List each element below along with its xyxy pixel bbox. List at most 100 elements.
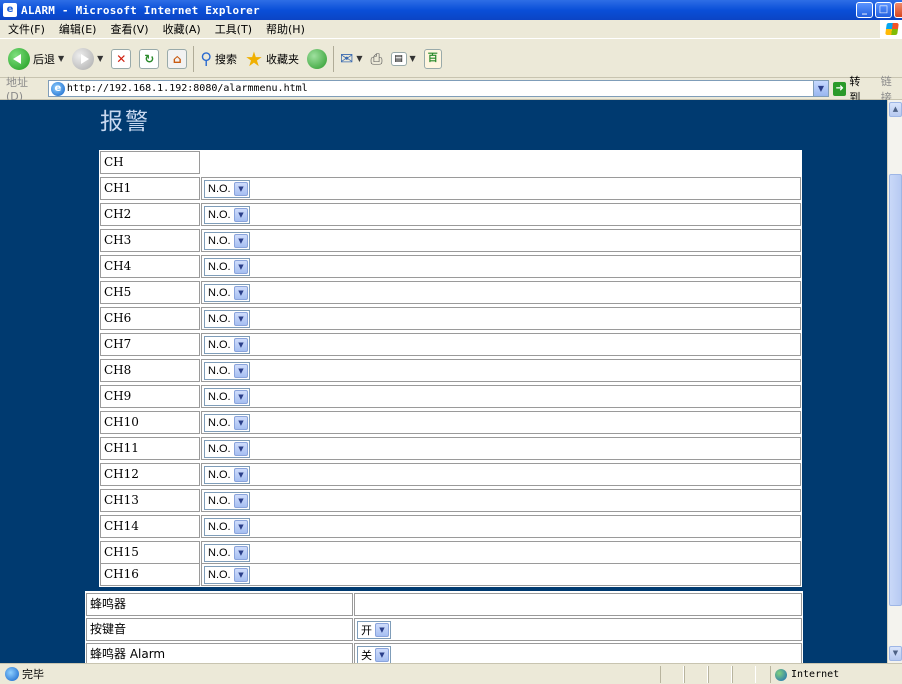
home-button[interactable]: ⌂	[163, 44, 191, 74]
forward-arrow-icon	[72, 47, 95, 70]
channel-mode-cell: N.O. ▼	[201, 281, 801, 304]
forward-button[interactable]: ▼	[68, 44, 107, 74]
menu-edit[interactable]: 编辑(E)	[59, 21, 97, 37]
select-value: N.O.	[208, 234, 231, 247]
page-done-icon	[5, 667, 19, 681]
table-row: CH13 N.O. ▼	[100, 489, 801, 512]
channel-mode-select[interactable]: N.O. ▼	[204, 361, 250, 380]
back-button[interactable]: 后退 ▼	[4, 44, 68, 74]
chevron-down-icon[interactable]: ▼	[234, 207, 248, 222]
table-header-row: CH	[100, 151, 801, 174]
search-icon: ⚲	[200, 49, 213, 68]
channel-mode-select[interactable]: N.O. ▼	[204, 491, 250, 510]
page-title: 报警	[100, 109, 150, 135]
chevron-down-icon[interactable]: ▼	[97, 54, 103, 63]
menu-tools[interactable]: 工具(T)	[215, 21, 252, 37]
chevron-down-icon[interactable]: ▼	[234, 259, 248, 274]
setting-label: 蜂鸣器 Alarm	[86, 643, 353, 663]
print-button[interactable]: ⎙	[367, 44, 387, 74]
toolbar: 后退 ▼ ▼ ✕ ↻ ⌂ ⚲ 搜索 ★ 收藏夹 ✉ ▼ ⎙ ▤ ▼ 百	[0, 40, 902, 78]
history-button[interactable]	[303, 44, 331, 74]
menu-bar: 文件(F) 编辑(E) 查看(V) 收藏(A) 工具(T) 帮助(H)	[0, 20, 902, 39]
window-title: ALARM - Microsoft Internet Explorer	[21, 3, 260, 17]
channel-mode-select[interactable]: N.O. ▼	[204, 179, 250, 198]
history-icon	[306, 48, 327, 69]
channel-mode-select[interactable]: N.O. ▼	[204, 205, 250, 224]
channel-mode-select[interactable]: N.O. ▼	[204, 517, 250, 536]
select-value: N.O.	[208, 468, 231, 481]
window-controls: _ □	[856, 2, 902, 18]
address-url[interactable]: http://192.168.1.192:8080/alarmmenu.html	[67, 83, 308, 94]
channel-name: CH8	[100, 359, 200, 382]
title-bar: e ALARM - Microsoft Internet Explorer _ …	[0, 0, 902, 20]
chevron-down-icon[interactable]: ▼	[234, 415, 248, 430]
chevron-down-icon[interactable]: ▼	[812, 81, 828, 96]
setting-label: 按键音	[86, 618, 353, 641]
chevron-down-icon[interactable]: ▼	[234, 181, 248, 196]
chevron-down-icon[interactable]: ▼	[234, 545, 248, 560]
menu-favorites[interactable]: 收藏(A)	[163, 21, 201, 37]
refresh-button[interactable]: ↻	[135, 44, 163, 74]
table-row: CH8 N.O. ▼	[100, 359, 801, 382]
baidu-button[interactable]: 百	[420, 44, 446, 74]
back-arrow-icon	[8, 47, 30, 70]
chevron-down-icon[interactable]: ▼	[234, 311, 248, 326]
chevron-down-icon[interactable]: ▼	[58, 54, 64, 63]
menu-help[interactable]: 帮助(H)	[266, 21, 305, 37]
chevron-down-icon[interactable]: ▼	[234, 363, 248, 378]
channel-mode-select[interactable]: N.O. ▼	[204, 387, 250, 406]
channel-mode-select[interactable]: N.O. ▼	[204, 413, 250, 432]
channel-mode-select[interactable]: N.O. ▼	[204, 565, 250, 584]
chevron-down-icon[interactable]: ▼	[410, 54, 416, 63]
channel-table: CH CH1 N.O. ▼ CH2 N.O. ▼ CH3 N.O. ▼ CH4 …	[99, 150, 802, 587]
chevron-down-icon[interactable]: ▼	[234, 233, 248, 248]
scroll-down-icon[interactable]: ▼	[889, 646, 902, 661]
chevron-down-icon[interactable]: ▼	[234, 337, 248, 352]
channel-mode-select[interactable]: N.O. ▼	[204, 439, 250, 458]
address-input[interactable]: e http://192.168.1.192:8080/alarmmenu.ht…	[47, 80, 829, 97]
page-content: 报警 CH CH1 N.O. ▼ CH2 N.O. ▼ CH3 N.O. ▼ C…	[0, 100, 887, 663]
chevron-down-icon[interactable]: ▼	[234, 441, 248, 456]
chevron-down-icon[interactable]: ▼	[234, 493, 248, 508]
vertical-scrollbar[interactable]: ▲ ▼	[887, 100, 902, 663]
channel-mode-select[interactable]: N.O. ▼	[204, 231, 250, 250]
key-tone-select[interactable]: 开 ▼	[357, 620, 391, 639]
minimize-button[interactable]: _	[856, 2, 873, 18]
chevron-down-icon[interactable]: ▼	[356, 54, 362, 63]
edit-button[interactable]: ▤ ▼	[387, 44, 420, 74]
scroll-up-icon[interactable]: ▲	[889, 102, 902, 117]
select-value: N.O.	[208, 442, 231, 455]
chevron-down-icon[interactable]: ▼	[234, 285, 248, 300]
stop-button[interactable]: ✕	[107, 44, 135, 74]
globe-icon	[775, 668, 787, 681]
menu-file[interactable]: 文件(F)	[8, 21, 45, 37]
chevron-down-icon[interactable]: ▼	[234, 567, 248, 582]
search-button[interactable]: ⚲ 搜索	[196, 44, 241, 74]
channel-name: CH6	[100, 307, 200, 330]
buzzer-alarm-select[interactable]: 关 ▼	[357, 645, 391, 663]
channel-mode-select[interactable]: N.O. ▼	[204, 309, 250, 328]
chevron-down-icon[interactable]: ▼	[234, 467, 248, 482]
scrollbar-thumb[interactable]	[889, 174, 902, 606]
channel-mode-select[interactable]: N.O. ▼	[204, 257, 250, 276]
menu-view[interactable]: 查看(V)	[110, 21, 148, 37]
channel-mode-cell: N.O. ▼	[201, 437, 801, 460]
status-panes	[660, 666, 756, 683]
channel-name: CH13	[100, 489, 200, 512]
channel-mode-select[interactable]: N.O. ▼	[204, 465, 250, 484]
channel-mode-select[interactable]: N.O. ▼	[204, 283, 250, 302]
table-row: CH6 N.O. ▼	[100, 307, 801, 330]
chevron-down-icon[interactable]: ▼	[234, 519, 248, 534]
channel-mode-cell: N.O. ▼	[201, 333, 801, 356]
channel-mode-select[interactable]: N.O. ▼	[204, 335, 250, 354]
mail-button[interactable]: ✉ ▼	[336, 44, 367, 74]
channel-name: CH12	[100, 463, 200, 486]
chevron-down-icon[interactable]: ▼	[375, 647, 389, 662]
channel-mode-select[interactable]: N.O. ▼	[204, 543, 250, 562]
close-button[interactable]	[894, 2, 902, 18]
chevron-down-icon[interactable]: ▼	[234, 389, 248, 404]
favorites-button[interactable]: ★ 收藏夹	[241, 44, 303, 74]
chevron-down-icon[interactable]: ▼	[375, 622, 389, 637]
maximize-button[interactable]: □	[875, 2, 892, 18]
security-zone[interactable]: Internet	[770, 666, 900, 683]
